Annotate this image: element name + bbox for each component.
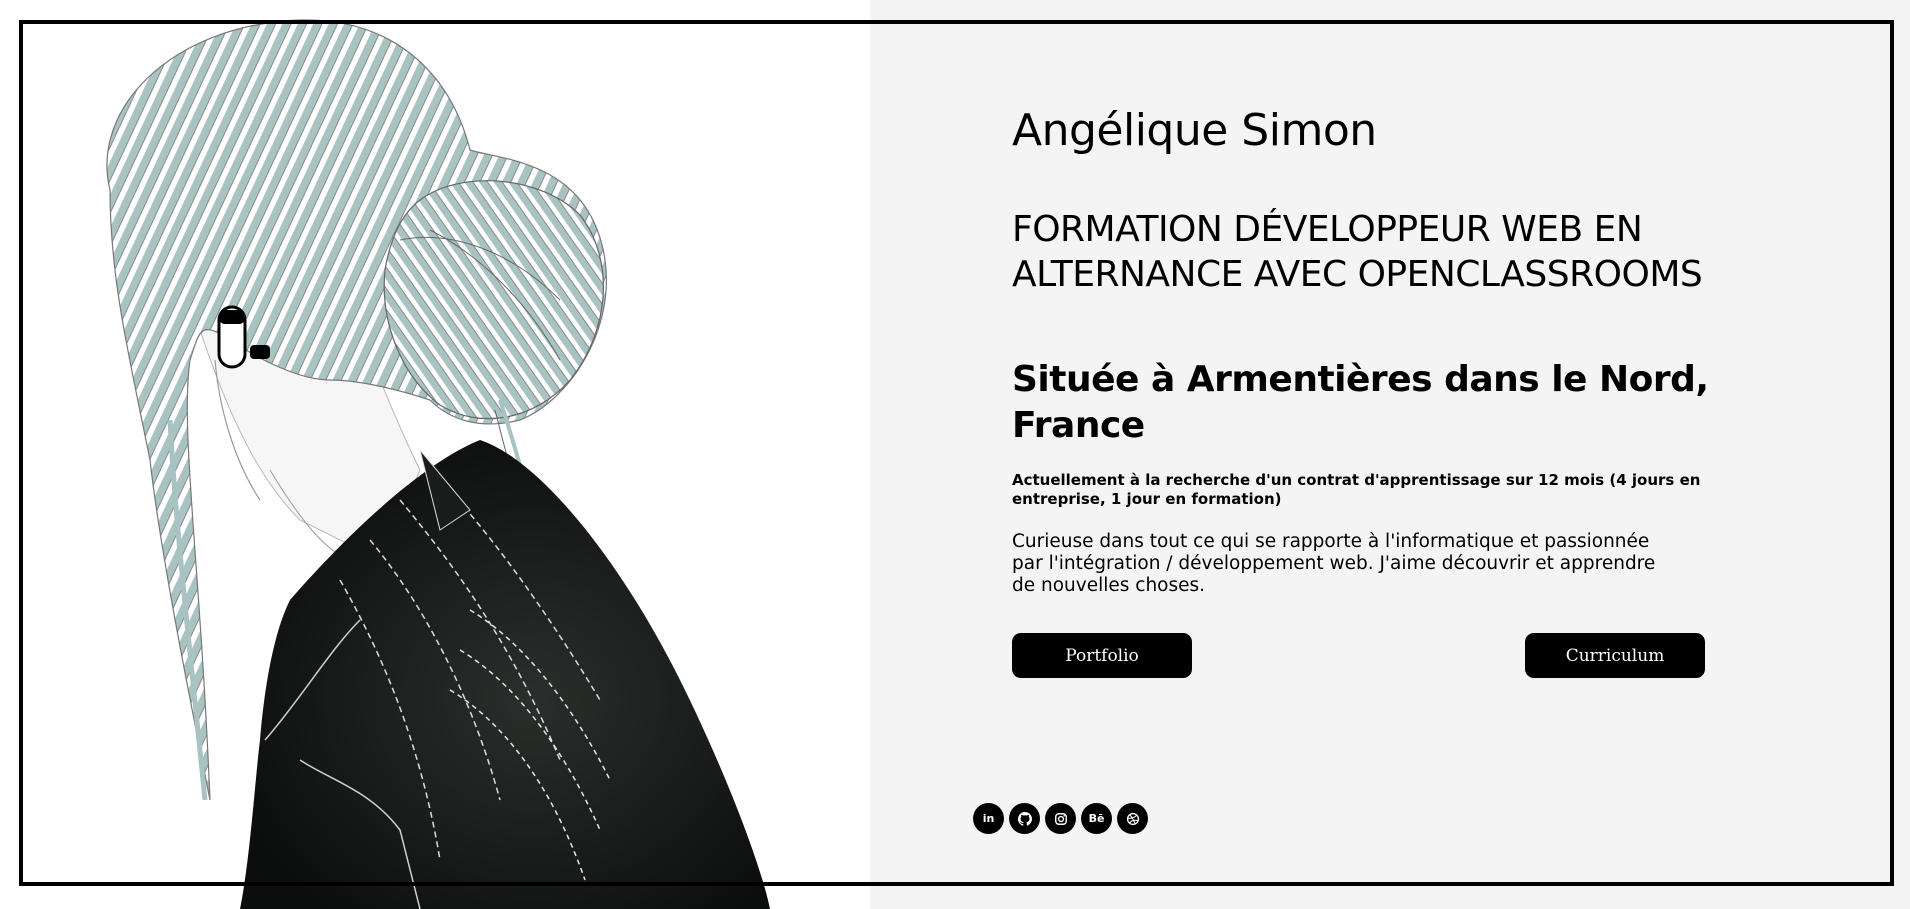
profile-content: Angélique Simon FORMATION DÉVELOPPEUR WE… <box>1012 105 1712 597</box>
job-search-text: Actuellement à la recherche d'un contrat… <box>1012 471 1701 508</box>
portfolio-page: Angélique Simon FORMATION DÉVELOPPEUR WE… <box>0 0 1910 909</box>
location-heading: Située à Armentières dans le Nord, Franc… <box>1012 359 1709 446</box>
github-glyph <box>1017 811 1032 826</box>
formation-heading: FORMATION DÉVELOPPEUR WEB EN ALTERNANCE … <box>1012 209 1703 295</box>
portfolio-button[interactable]: Portfolio <box>1012 633 1192 678</box>
bio-text: Curieuse dans tout ce qui se rapporte à … <box>1012 531 1656 596</box>
social-links: in Bē <box>973 803 1148 834</box>
dribbble-glyph <box>1126 812 1139 825</box>
action-buttons: Portfolio Curriculum <box>1012 633 1705 678</box>
linkedin-label: in <box>982 812 995 825</box>
linkedin-icon[interactable]: in <box>973 803 1004 834</box>
instagram-icon[interactable] <box>1045 803 1076 834</box>
illustration-panel <box>0 0 870 909</box>
instagram-glyph <box>1054 812 1067 825</box>
dribbble-icon[interactable] <box>1117 803 1148 834</box>
profile-name: Angélique Simon <box>1012 105 1377 156</box>
behance-icon[interactable]: Bē <box>1081 803 1112 834</box>
curriculum-button[interactable]: Curriculum <box>1525 633 1705 678</box>
behance-label: Bē <box>1088 812 1105 825</box>
woman-illustration <box>106 19 770 909</box>
github-icon[interactable] <box>1009 803 1040 834</box>
